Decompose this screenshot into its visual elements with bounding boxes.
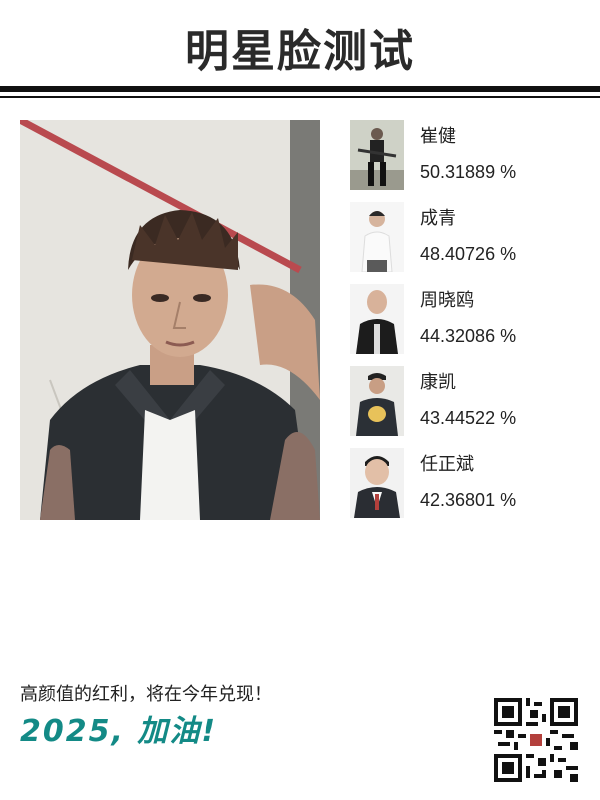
celebrity-name: 成青 (420, 208, 456, 229)
header-divider-thin (0, 96, 600, 98)
match-item[interactable]: 任正斌 42.36801 % (350, 448, 580, 530)
celebrity-name: 任正斌 (420, 454, 474, 475)
similarity-score: 43.44522 % (420, 408, 517, 428)
header-divider-thick (0, 86, 600, 92)
similarity-score: 42.36801 % (420, 490, 517, 510)
celebrity-thumbnail (350, 202, 404, 272)
celebrity-thumbnail (350, 366, 404, 436)
celebrity-name: 康凯 (420, 372, 456, 393)
similarity-score: 44.32086 % (420, 326, 517, 346)
portrait-illustration (20, 120, 320, 520)
match-item[interactable]: 康凯 43.44522 % (350, 366, 580, 448)
match-item[interactable]: 成青 48.40726 % (350, 202, 580, 284)
match-item[interactable]: 崔健 50.31889 % (350, 120, 580, 202)
similarity-score: 50.31889 % (420, 162, 517, 182)
celebrity-thumbnail (350, 448, 404, 518)
celebrity-thumbnail (350, 284, 404, 354)
cheer-text: 2025, 加油! (20, 714, 218, 749)
celebrity-thumbnail (350, 120, 404, 190)
similarity-score: 48.40726 % (420, 244, 517, 264)
match-results-list: 崔健 50.31889 % 成青 48.40726 % 周晓鸥 44.32086… (350, 120, 580, 530)
celebrity-name: 崔健 (420, 126, 456, 147)
celebrity-name: 周晓鸥 (420, 290, 474, 311)
qr-code[interactable] (494, 698, 578, 782)
match-item[interactable]: 周晓鸥 44.32086 % (350, 284, 580, 366)
slogan-text: 高颜值的红利，将在今年兑现！ (20, 684, 272, 705)
qr-code-icon (494, 698, 578, 782)
page-title: 明星脸测试 (185, 26, 415, 77)
uploaded-face-photo (20, 120, 320, 520)
